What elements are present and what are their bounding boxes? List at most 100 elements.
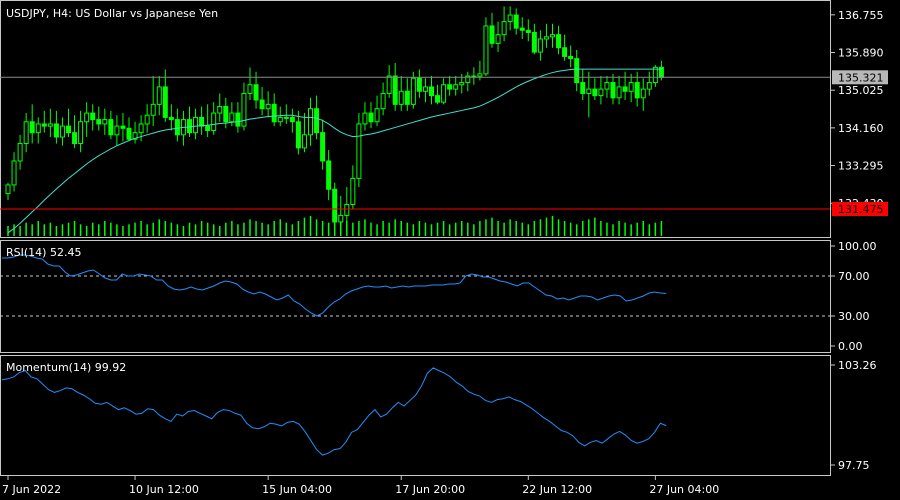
candle-body-up [537, 38, 543, 53]
candle-body-down [332, 188, 338, 223]
candle-body-down [580, 82, 586, 94]
candle-body-up [217, 106, 223, 114]
candle-body-up [338, 214, 344, 223]
candle-body-down [53, 123, 59, 138]
candle-body-up [283, 116, 289, 119]
rsi-tick-label: 70.00 [838, 270, 870, 283]
candle-body-up [211, 112, 217, 131]
candle-body-up [265, 103, 271, 110]
candle-body-down [320, 132, 326, 162]
candle-body-up [586, 88, 592, 94]
rsi-tick-label: 100.00 [838, 240, 877, 253]
candle-body-up [410, 77, 416, 105]
candle-body-up [483, 25, 489, 75]
candle-body-up [386, 75, 392, 94]
candle-body-up [344, 204, 350, 216]
candle-body-up [640, 88, 646, 99]
chart-title: USDJPY, H4: US Dollar vs Japanese Yen [6, 7, 218, 20]
time-tick-label: 22 Jun 12:00 [522, 483, 592, 496]
candle-body-down [235, 112, 241, 127]
candle-body-up [59, 125, 65, 138]
rsi-tick-label: 0.00 [838, 340, 863, 353]
candle-body-up [652, 66, 658, 84]
candle-body-up [47, 123, 53, 127]
candle-body-up [156, 86, 162, 105]
candle-body-up [477, 73, 483, 77]
candle-body-down [416, 77, 422, 92]
candle-body-down [96, 119, 102, 125]
candle-body-down [447, 84, 453, 90]
candle-body-up [543, 36, 549, 40]
candle-body-up [507, 14, 513, 23]
candle-body-down [556, 34, 562, 49]
candle-body-down [610, 82, 616, 99]
candle-body-down [622, 86, 628, 92]
candle-body-down [574, 58, 580, 84]
candle-body-up [380, 92, 386, 110]
candle-body-down [429, 86, 434, 97]
candle-body-down [29, 121, 35, 134]
candle-body-down [392, 75, 398, 105]
candle-body-down [525, 29, 531, 33]
price-tick-label: 134.160 [838, 122, 884, 135]
candle-body-up [23, 121, 29, 145]
candle-body-up [144, 114, 150, 125]
candle-body-down [223, 106, 229, 123]
candle-body-down [199, 116, 205, 127]
candle-body-down [531, 31, 537, 53]
candle-body-up [11, 160, 17, 186]
candle-body-down [253, 84, 259, 101]
price-chart[interactable]: 136.755135.890135.025134.160133.295132.4… [0, 0, 900, 500]
candle-body-down [289, 116, 295, 123]
candle-body-down [108, 119, 114, 136]
candle-body-up [114, 125, 120, 136]
candle-body-down [368, 112, 374, 123]
candle-body-down [72, 132, 78, 145]
candle-body-down [41, 123, 47, 127]
candle-body-down [489, 25, 495, 44]
candle-body-up [495, 34, 501, 44]
candle-body-down [174, 119, 180, 136]
candle-body-up [17, 143, 23, 162]
candle-body-down [326, 160, 332, 190]
candle-body-down [271, 103, 277, 123]
candle-body-up [628, 82, 634, 92]
candle-body-down [162, 86, 168, 118]
candle-body-up [453, 84, 459, 90]
candle-body-down [562, 47, 568, 57]
candle-body-up [374, 108, 380, 123]
candle-body-down [90, 112, 96, 121]
candle-body-up [301, 134, 307, 149]
candle-body-down [295, 121, 301, 149]
candle-body-down [205, 125, 211, 131]
candle-body-up [501, 21, 507, 36]
candle-body-down [168, 116, 174, 121]
candle-body-up [646, 82, 652, 90]
rsi-tick-label: 30.00 [838, 310, 870, 323]
bid-price-label: 135.321 [838, 71, 884, 84]
candle-body-up [35, 123, 41, 134]
candle-body-up [598, 88, 604, 97]
candle-body-up [604, 82, 610, 90]
level-price-label: 131.475 [838, 203, 884, 216]
momentum-title: Momentum(14) 99.92 [6, 361, 126, 374]
candle-body-up [277, 116, 283, 123]
candle-body-down [66, 125, 71, 134]
candle-body-up [150, 103, 156, 116]
candle-body-up [356, 123, 362, 179]
candle-body-down [314, 108, 320, 134]
candle-body-down [404, 90, 410, 105]
candle-body-down [259, 99, 265, 110]
candle-body-down [592, 88, 598, 97]
time-tick-label: 10 Jun 12:00 [129, 483, 199, 496]
candle-body-up [362, 112, 368, 125]
candle-body-up [78, 121, 84, 145]
candle-body-up [138, 123, 144, 134]
price-tick-label: 133.295 [838, 160, 884, 173]
candle-body-up [193, 116, 199, 134]
candle-body-up [441, 84, 447, 103]
candle-body-up [398, 90, 404, 105]
candle-body-up [459, 82, 465, 86]
candle-body-down [120, 125, 126, 129]
candle-body-up [102, 119, 108, 125]
